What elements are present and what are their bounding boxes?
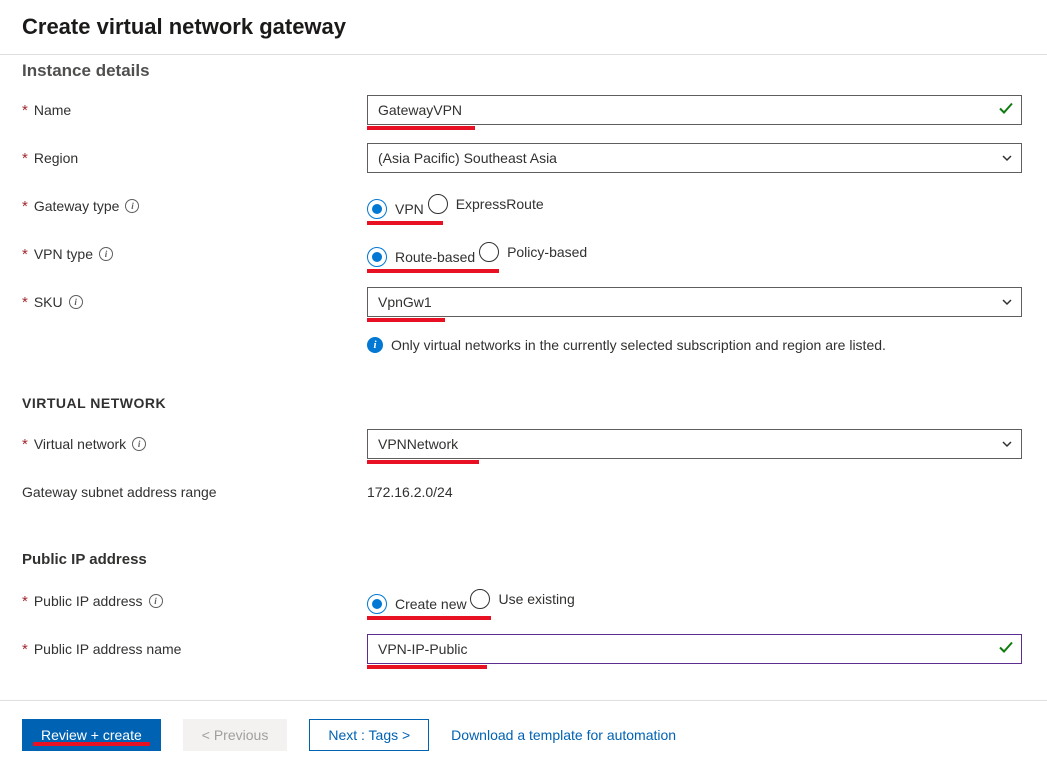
chevron-down-icon [1001, 438, 1013, 450]
next-tags-button[interactable]: Next : Tags > [309, 719, 429, 751]
section-virtual-network: VIRTUAL NETWORK [22, 395, 1025, 411]
public-ip-radio-group: Create new Use existing [367, 589, 575, 614]
label-public-ip-name: * Public IP address name [22, 641, 367, 658]
info-icon[interactable]: i [132, 437, 146, 451]
required-asterisk: * [22, 198, 28, 215]
row-region: * Region (Asia Pacific) Southeast Asia [22, 141, 1025, 175]
chevron-down-icon [1001, 296, 1013, 308]
required-asterisk: * [22, 641, 28, 658]
highlight-underline [367, 616, 491, 620]
row-gateway-type: * Gateway type i VPN ExpressRoute [22, 189, 1025, 223]
highlight-underline [367, 460, 479, 464]
label-public-ip: * Public IP address i [22, 593, 367, 610]
vpn-type-radio-group: Route-based Policy-based [367, 242, 587, 267]
radio-vpn[interactable]: VPN [367, 199, 424, 219]
row-name: * Name [22, 93, 1025, 127]
page-header: Create virtual network gateway [0, 0, 1047, 55]
row-vnet: * Virtual network i VPNNetwork [22, 427, 1025, 461]
info-icon[interactable]: i [99, 247, 113, 261]
highlight-underline [367, 269, 499, 273]
review-create-button[interactable]: Review + create [22, 719, 161, 751]
radio-create-new[interactable]: Create new [367, 594, 467, 614]
radio-dot [367, 247, 387, 267]
radio-route-based[interactable]: Route-based [367, 247, 475, 267]
form-content: Instance details * Name * Region (Asia P… [0, 61, 1047, 700]
radio-dot [367, 594, 387, 614]
highlight-underline [367, 221, 443, 225]
previous-button: < Previous [183, 719, 288, 751]
download-template-link[interactable]: Download a template for automation [451, 727, 676, 743]
highlight-underline [33, 742, 150, 746]
radio-use-existing[interactable]: Use existing [470, 589, 574, 609]
gateway-type-radio-group: VPN ExpressRoute [367, 194, 544, 219]
footer-bar: Review + create < Previous Next : Tags >… [0, 700, 1047, 769]
vnet-select[interactable]: VPNNetwork [367, 429, 1022, 459]
highlight-underline [367, 126, 475, 130]
highlight-underline [367, 665, 487, 669]
radio-dot [479, 242, 499, 262]
row-sku: * SKU i VpnGw1 [22, 285, 1025, 319]
info-filled-icon: i [367, 337, 383, 353]
row-vpn-type: * VPN type i Route-based Policy-based [22, 237, 1025, 271]
info-icon[interactable]: i [125, 199, 139, 213]
required-asterisk: * [22, 436, 28, 453]
vnet-hint: i Only virtual networks in the currently… [367, 337, 1022, 353]
required-asterisk: * [22, 294, 28, 311]
name-input[interactable] [367, 95, 1022, 125]
radio-dot [470, 589, 490, 609]
label-vpn-type: * VPN type i [22, 246, 367, 263]
radio-dot [428, 194, 448, 214]
label-subnet-range: Gateway subnet address range [22, 484, 367, 500]
row-public-ip-name: * Public IP address name [22, 632, 1025, 666]
label-gateway-type: * Gateway type i [22, 198, 367, 215]
required-asterisk: * [22, 593, 28, 610]
page-title: Create virtual network gateway [22, 14, 1025, 40]
row-public-ip-mode: * Public IP address i Create new Use exi… [22, 584, 1025, 618]
sku-select[interactable]: VpnGw1 [367, 287, 1022, 317]
section-instance-details: Instance details [22, 61, 1025, 81]
chevron-down-icon [1001, 152, 1013, 164]
section-public-ip: Public IP address [22, 551, 1025, 568]
info-icon[interactable]: i [149, 594, 163, 608]
public-ip-name-input[interactable] [367, 634, 1022, 664]
region-select[interactable]: (Asia Pacific) Southeast Asia [367, 143, 1022, 173]
radio-policy-based[interactable]: Policy-based [479, 242, 587, 262]
info-icon[interactable]: i [69, 295, 83, 309]
label-sku: * SKU i [22, 294, 367, 311]
subnet-range-value: 172.16.2.0/24 [367, 484, 453, 500]
highlight-underline [367, 318, 445, 322]
label-name: * Name [22, 102, 367, 119]
required-asterisk: * [22, 150, 28, 167]
required-asterisk: * [22, 246, 28, 263]
row-subnet: Gateway subnet address range 172.16.2.0/… [22, 475, 1025, 509]
label-virtual-network: * Virtual network i [22, 436, 367, 453]
radio-dot [367, 199, 387, 219]
required-asterisk: * [22, 102, 28, 119]
radio-expressroute[interactable]: ExpressRoute [428, 194, 544, 214]
label-region: * Region [22, 150, 367, 167]
